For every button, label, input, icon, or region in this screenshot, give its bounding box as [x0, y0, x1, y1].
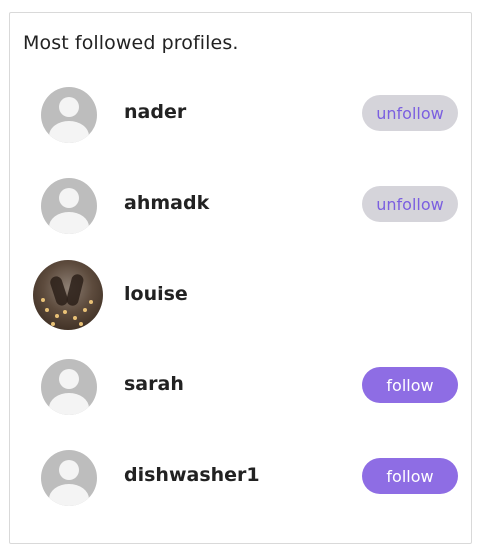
photo-light [83, 308, 87, 312]
avatar-head [59, 369, 79, 389]
photo-light [63, 310, 67, 314]
photo-light [55, 314, 59, 318]
follow-button[interactable]: follow [362, 367, 458, 403]
follow-button[interactable]: follow [362, 458, 458, 494]
username-link[interactable]: nader [124, 101, 186, 123]
avatar-body [49, 121, 89, 143]
photo-light [73, 316, 77, 320]
avatar-body [49, 212, 89, 234]
card-title: Most followed profiles. [23, 32, 239, 54]
username-link[interactable]: ahmadk [124, 192, 209, 214]
photo-figure [65, 273, 85, 307]
profile-row-ahmadk: ahmadk unfollow [10, 164, 471, 244]
profile-row-dishwasher1: dishwasher1 follow [10, 436, 471, 516]
avatar-head [59, 188, 79, 208]
username-link[interactable]: louise [124, 283, 188, 305]
photo-avatar[interactable] [33, 260, 103, 330]
default-avatar-icon[interactable] [41, 178, 97, 234]
profile-row-sarah: sarah follow [10, 345, 471, 425]
default-avatar-icon[interactable] [41, 87, 97, 143]
avatar-head [59, 97, 79, 117]
most-followed-profiles-card: Most followed profiles. nader unfollow a… [9, 12, 472, 544]
unfollow-button[interactable]: unfollow [362, 95, 458, 131]
username-link[interactable]: sarah [124, 373, 184, 395]
default-avatar-icon[interactable] [41, 450, 97, 506]
avatar-head [59, 460, 79, 480]
avatar-body [49, 484, 89, 506]
photo-light [41, 298, 45, 302]
avatar-body [49, 393, 89, 415]
photo-light [89, 300, 93, 304]
profile-row-louise: louise [10, 255, 471, 335]
photo-light [45, 308, 49, 312]
profile-row-nader: nader unfollow [10, 73, 471, 153]
unfollow-button[interactable]: unfollow [362, 186, 458, 222]
default-avatar-icon[interactable] [41, 359, 97, 415]
photo-light [51, 322, 55, 326]
photo-light [79, 322, 83, 326]
username-link[interactable]: dishwasher1 [124, 464, 260, 486]
